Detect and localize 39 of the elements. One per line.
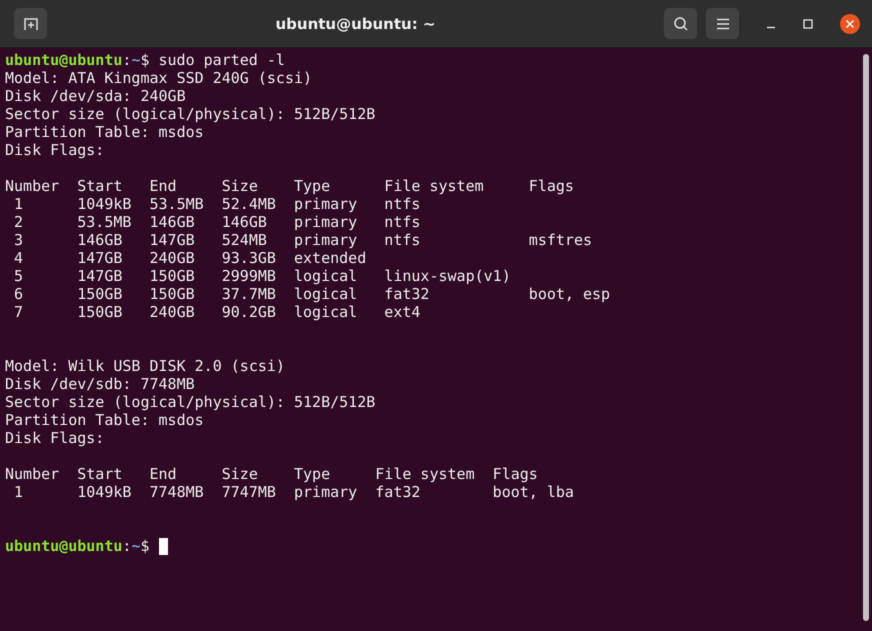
prompt-separator: :	[122, 537, 132, 555]
window-title: ubuntu@ubuntu: ~	[274, 14, 437, 32]
prompt-separator: :	[122, 51, 132, 69]
output-line: 5 147GB 150GB 2999MB logical linux-swap(v1)	[13, 267, 511, 285]
output-line: 7 150GB 240GB 90.2GB logical ext4	[13, 303, 420, 321]
menu-icon	[716, 18, 730, 30]
prompt-user: ubuntu@ubuntu	[5, 51, 122, 69]
output-line: 2 53.5MB 146GB 146GB primary ntfs	[13, 213, 420, 231]
search-button[interactable]	[664, 8, 697, 39]
output-line: Partition Table: msdos	[5, 123, 204, 141]
output-line: Disk /dev/sdb: 7748MB	[5, 375, 195, 393]
scrollbar[interactable]	[863, 54, 869, 621]
output-line: Disk Flags:	[5, 141, 104, 159]
output-line: 4 147GB 240GB 93.3GB extended	[13, 249, 366, 267]
menu-button[interactable]	[706, 8, 739, 39]
output-line: Model: Wilk USB DISK 2.0 (scsi)	[5, 357, 285, 375]
prompt-path: ~	[131, 51, 140, 69]
search-icon	[672, 16, 688, 32]
output-line: Sector size (logical/physical): 512B/512B	[5, 393, 376, 411]
output-line: 3 146GB 147GB 524MB primary ntfs msftres	[13, 231, 592, 249]
output-line: Model: ATA Kingmax SSD 240G (scsi)	[5, 69, 312, 87]
close-icon[interactable]	[840, 14, 860, 34]
output-line: Sector size (logical/physical): 512B/512B	[5, 105, 376, 123]
prompt-path: ~	[131, 537, 140, 555]
output-line: Partition Table: msdos	[5, 411, 204, 429]
output-line: 1 1049kB 53.5MB 52.4MB primary ntfs	[13, 195, 420, 213]
prompt-user: ubuntu@ubuntu	[5, 537, 122, 555]
output-line: 6 150GB 150GB 37.7MB logical fat32 boot, esp	[13, 285, 610, 303]
output-line: Disk /dev/sda: 240GB	[5, 87, 186, 105]
new-tab-icon	[22, 16, 38, 32]
new-tab-button[interactable]	[14, 8, 47, 39]
prompt-command: sudo parted -l	[158, 51, 285, 69]
maximize-icon[interactable]	[803, 18, 813, 28]
output-line: Disk Flags:	[5, 429, 104, 447]
prompt-symbol: $	[140, 537, 150, 555]
output-line: Number Start End Size Type File system Flags	[5, 465, 538, 483]
output-line: Number Start End Size Type File system Flags	[5, 177, 574, 195]
prompt-symbol: $	[140, 51, 150, 69]
output-line: 1 1049kB 7748MB 7747MB primary fat32 boot, lba	[13, 483, 574, 501]
